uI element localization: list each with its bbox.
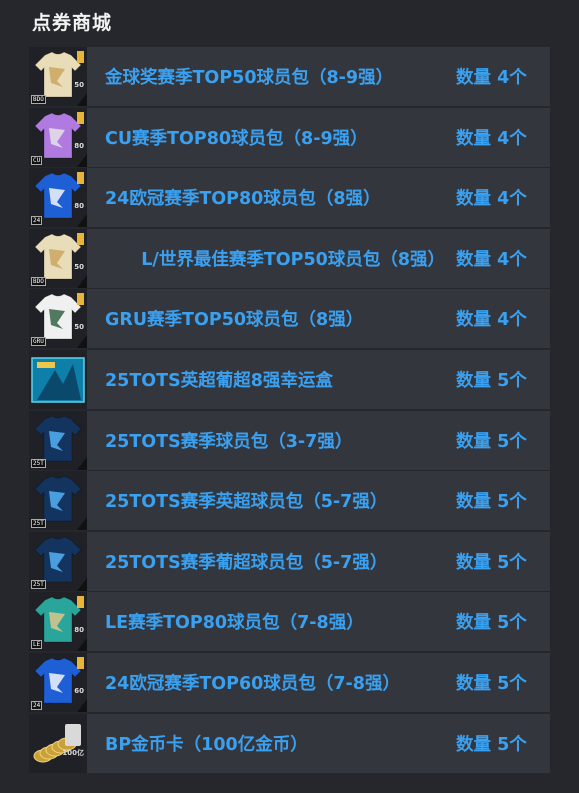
item-quantity: 数量 5个 [456, 734, 527, 755]
season-tag: GRU [31, 337, 46, 347]
item-name: 金球奖赛季TOP50球员包（8-9强） [105, 68, 394, 88]
shop-item-row[interactable]: LE 80 LE赛季TOP80球员包（7-8强） 数量 5个 [29, 592, 550, 652]
season-tag: 24 [31, 700, 43, 710]
shop-item-row[interactable]: 25T 25TOTS赛季英超球员包（5-7强） 数量 5个 [29, 471, 550, 531]
item-thumbnail: GRU 50 [29, 289, 87, 349]
gold-badge-icon [77, 596, 84, 609]
shop-item-row[interactable]: 24 60 24欧冠赛季TOP60球员包（7-8强） 数量 5个 [29, 652, 550, 712]
item-thumbnail: 25T [29, 410, 87, 470]
item-quantity: 数量 4个 [456, 310, 527, 331]
item-quantity: 数量 5个 [456, 552, 527, 573]
season-tag: 24 [31, 216, 43, 226]
item-thumbnail: 24 60 [29, 652, 87, 712]
lucky-box-icon [31, 357, 85, 403]
season-tag: BDO [31, 95, 46, 104]
shop-item-row[interactable]: 25T 25TOTS赛季球员包（3-7强） 数量 5个 [29, 410, 550, 470]
season-tag: 25T [31, 458, 46, 468]
item-value-label: 100亿 [62, 748, 84, 757]
shop-item-row[interactable]: 25TOTS英超葡超8强幸运盒 数量 5个 [29, 349, 550, 409]
shop-item-list: BDO 50 金球奖赛季TOP50球员包（8-9强） 数量 4个 CU 80 CU赛季TOP… [29, 47, 550, 773]
item-name: CU赛季TOP80球员包（8-9强） [105, 128, 368, 149]
item-name: BP金币卡（100亿金币） [105, 734, 308, 755]
item-name: 25TOTS赛季球员包（3-7强） [105, 431, 353, 452]
item-value-label: 80 [74, 202, 84, 211]
item-quantity: 数量 4个 [456, 68, 527, 88]
shop-item-row[interactable]: 100亿 BP金币卡（100亿金币） 数量 5个 [29, 713, 550, 773]
item-quantity: 数量 5个 [456, 673, 527, 694]
gold-badge-icon [77, 232, 84, 245]
item-name: 24欧冠赛季TOP60球员包（7-8强） [105, 673, 400, 694]
shop-item-row[interactable]: 25T 25TOTS赛季葡超球员包（5-7强） 数量 5个 [29, 531, 550, 591]
gold-badge-icon [77, 656, 84, 669]
item-thumbnail: CU 80 [29, 107, 87, 167]
item-thumbnail [29, 349, 87, 409]
item-quantity: 数量 4个 [456, 189, 527, 210]
shop-item-row[interactable]: BDO 50 L/世界最佳赛季TOP50球员包（8强） 数量 4个 [29, 228, 550, 288]
item-value-label: 80 [74, 626, 84, 635]
item-thumbnail: 25T [29, 471, 87, 531]
item-thumbnail: BDO 50 [29, 47, 87, 106]
season-tag: 25T [31, 519, 46, 529]
item-thumbnail: LE 80 [29, 592, 87, 652]
shop-item-row[interactable]: BDO 50 金球奖赛季TOP50球员包（8-9强） 数量 4个 [29, 47, 550, 106]
coins-icon [33, 723, 81, 763]
item-name: 25TOTS赛季英超球员包（5-7强） [105, 492, 388, 513]
item-thumbnail: 24 80 [29, 168, 87, 228]
gold-badge-icon [77, 51, 84, 63]
item-thumbnail: BDO 50 [29, 228, 87, 288]
page-title: 点券商城 [32, 12, 113, 34]
item-name: L/世界最佳赛季TOP50球员包（8强） [141, 249, 445, 270]
item-thumbnail: 25T [29, 531, 87, 591]
item-value-label: 50 [74, 262, 84, 271]
item-name: GRU赛季TOP50球员包（8强） [105, 310, 364, 331]
item-value-label: 50 [74, 323, 84, 332]
item-thumbnail: 100亿 [29, 713, 87, 773]
item-name: 25TOTS英超葡超8强幸运盒 [105, 370, 333, 391]
item-quantity: 数量 5个 [456, 370, 527, 391]
item-value-label: 60 [74, 686, 84, 695]
item-quantity: 数量 4个 [456, 128, 527, 149]
item-name: LE赛季TOP80球员包（7-8强） [105, 613, 364, 634]
shop-item-row[interactable]: GRU 50 GRU赛季TOP50球员包（8强） 数量 4个 [29, 289, 550, 349]
gold-badge-icon [77, 293, 84, 306]
season-tag: CU [31, 155, 43, 165]
item-name: 25TOTS赛季葡超球员包（5-7强） [105, 552, 388, 573]
item-quantity: 数量 5个 [456, 613, 527, 634]
gold-badge-icon [77, 111, 84, 124]
season-tag: LE [31, 640, 43, 650]
item-quantity: 数量 5个 [456, 492, 527, 513]
season-tag: 25T [31, 579, 46, 589]
item-value-label: 80 [74, 141, 84, 150]
gold-badge-icon [77, 172, 84, 185]
item-name: 24欧冠赛季TOP80球员包（8强） [105, 189, 381, 210]
season-tag: BDO [31, 276, 46, 286]
item-quantity: 数量 4个 [456, 249, 527, 270]
shop-item-row[interactable]: CU 80 CU赛季TOP80球员包（8-9强） 数量 4个 [29, 107, 550, 167]
shop-item-row[interactable]: 24 80 24欧冠赛季TOP80球员包（8强） 数量 4个 [29, 168, 550, 228]
item-value-label: 50 [74, 81, 84, 89]
item-quantity: 数量 5个 [456, 431, 527, 452]
